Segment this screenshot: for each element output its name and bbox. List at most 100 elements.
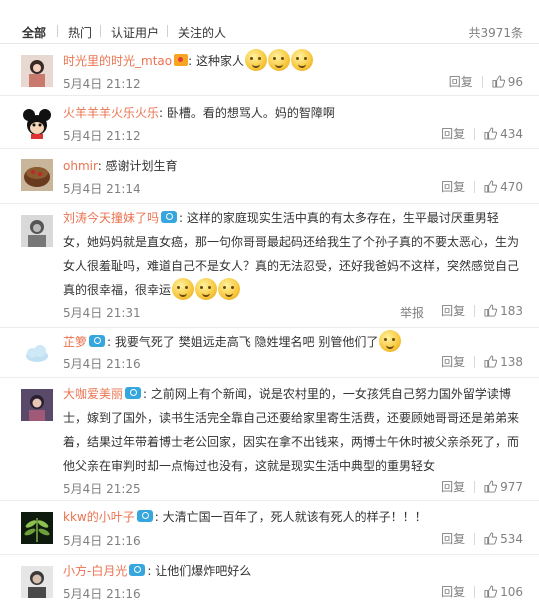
comment-actions: 回复 96 <box>449 73 523 90</box>
comment-content: 真的很幸福，很幸运 <box>63 278 523 302</box>
comment-item: 刘涛今天撞妹了吗: 这样的家庭现实生活中真的有太多存在，生平最讨厌重男轻 女，她… <box>0 205 539 328</box>
comment-time: 5月4日 21:14 <box>63 182 141 196</box>
report-button[interactable]: 举报 <box>400 304 424 321</box>
comment-time: 5月4日 21:12 <box>63 77 141 91</box>
like-button[interactable]: 106 <box>484 585 523 599</box>
reply-button[interactable]: 回复 <box>441 125 465 142</box>
tab-divider <box>100 25 101 37</box>
action-divider <box>474 585 476 598</box>
comment-text: : 之前网上有个新闻，说是农村里的，一女孩凭自己努力国外留学读博 <box>143 387 511 401</box>
reply-button[interactable]: 回复 <box>441 353 465 370</box>
comment-time: 5月4日 21:16 <box>63 534 141 548</box>
comment-content: 大咖爱美丽 : 之前网上有个新闻，说是农村里的，一女孩凭自己努力国外留学读博 <box>63 382 523 406</box>
comment-actions: 回复 470 <box>441 178 523 195</box>
reply-button[interactable]: 回复 <box>441 530 465 547</box>
like-count: 96 <box>507 74 523 89</box>
action-divider <box>474 127 476 140</box>
comment-content: ohmir: 感谢计划生育 <box>63 154 523 178</box>
avatar[interactable] <box>21 338 53 370</box>
like-button[interactable]: 470 <box>484 180 523 194</box>
comment-text: : 感谢计划生育 <box>97 159 178 173</box>
reply-button[interactable]: 回复 <box>441 478 465 495</box>
thumbs-up-icon <box>484 584 498 598</box>
like-count: 470 <box>500 179 523 194</box>
like-count: 183 <box>500 303 523 318</box>
like-button[interactable]: 96 <box>492 75 523 89</box>
avatar[interactable] <box>21 107 53 139</box>
comment-content: 火羊羊羊火乐火乐: 卧槽。看的想骂人。妈的智障啊 <box>63 101 523 125</box>
comment-content: 刘涛今天撞妹了吗 : 这样的家庭现实生活中真的有太多存在，生平最讨厌重男轻 <box>63 206 523 230</box>
comment-username[interactable]: 大咖爱美丽 <box>63 387 123 401</box>
comment-text-line: 真的很幸福，很幸运 <box>63 283 172 297</box>
emoji-icon <box>379 330 402 352</box>
comment-time: 5月4日 21:25 <box>63 482 141 496</box>
comment-text: : 这种家人 <box>188 54 244 68</box>
action-divider <box>474 532 476 545</box>
avatar[interactable] <box>21 566 53 598</box>
comment-actions: 回复 183 <box>441 302 523 319</box>
thumbs-up-icon <box>484 179 498 193</box>
emoji-icon <box>290 49 313 71</box>
comment-item: ohmir: 感谢计划生育 5月4日 21:14 回复 470 <box>0 150 539 204</box>
comment-username[interactable]: ohmir <box>63 159 98 173</box>
thumbs-up-icon <box>484 531 498 545</box>
comment-actions: 回复 534 <box>441 530 523 547</box>
thumbs-up-icon <box>484 354 498 368</box>
avatar[interactable] <box>21 512 53 544</box>
comment-text-line: 士，嫁到了国外，读书生活完全靠自己还要给家里寄生活费，还要顾她哥哥还是弟弟来 <box>63 411 520 425</box>
vip-badge-icon <box>174 54 189 66</box>
comment-actions: 回复 138 <box>441 353 523 370</box>
camera-badge-icon <box>136 510 153 522</box>
comment-username[interactable]: 火羊羊羊火乐火乐 <box>63 106 159 120</box>
tab-following[interactable]: 关注的人 <box>178 24 226 41</box>
thumbs-up-icon <box>484 303 498 317</box>
comment-time: 5月4日 21:16 <box>63 587 141 601</box>
comment-username[interactable]: 刘涛今天撞妹了吗 <box>63 211 159 225</box>
comment-item: 火羊羊羊火乐火乐: 卧槽。看的想骂人。妈的智障啊 5月4日 21:12 回复 43… <box>0 97 539 149</box>
comment-item: 芷箩: 我要气死了 樊姐远走高飞 隐姓埋名吧 别管他们了 5月4日 21:16 … <box>0 329 539 378</box>
comment-item: 大咖爱美丽 : 之前网上有个新闻，说是农村里的，一女孩凭自己努力国外留学读博 士，… <box>0 379 539 501</box>
thumbs-up-icon <box>492 74 505 88</box>
thumbs-up-icon <box>484 126 498 140</box>
comment-username[interactable]: 芷箩 <box>63 335 87 349</box>
like-button[interactable]: 138 <box>484 355 523 369</box>
tab-verified-users[interactable]: 认证用户 <box>111 24 159 41</box>
comment-username[interactable]: kkw的小叶子 <box>63 510 135 524</box>
comment-username[interactable]: 小方-白月光 <box>63 564 127 578</box>
comment-time: 5月4日 21:12 <box>63 129 141 143</box>
thumbs-up-icon <box>484 479 498 493</box>
comment-item: kkw的小叶子 : 大清亡国一百年了，死人就该有死人的样子！！！ 5月4日 21:… <box>0 502 539 555</box>
comment-text: : 这样的家庭现实生活中真的有太多存在，生平最讨厌重男轻 <box>179 211 499 225</box>
like-button[interactable]: 434 <box>484 127 523 141</box>
avatar[interactable] <box>21 159 53 191</box>
action-divider <box>474 304 476 317</box>
comment-actions: 回复 434 <box>441 125 523 142</box>
reply-button[interactable]: 回复 <box>441 583 465 600</box>
comment-filter-tabs: 全部 热门 认证用户 关注的人 共3971条 <box>0 0 539 44</box>
like-count: 434 <box>500 126 523 141</box>
comment-item: 小方-白月光 : 让他们爆炸吧好么 5月4日 21:16 回复 106 <box>0 556 539 611</box>
tab-divider <box>167 25 168 37</box>
comment-text: : 大清亡国一百年了，死人就该有死人的样子！！！ <box>154 510 427 524</box>
camera-badge-icon <box>89 335 106 347</box>
reply-button[interactable]: 回复 <box>441 302 465 319</box>
tab-hot[interactable]: 热门 <box>68 24 92 41</box>
comment-actions: 回复 106 <box>441 583 523 600</box>
comment-text: : 让他们爆炸吧好么 <box>147 564 252 578</box>
comment-item: 时光里的时光_mtao : 这种家人 5月4日 21:12 回复 96 <box>0 45 539 96</box>
comment-content: 芷箩 : 我要气死了 樊姐远走高飞 隐姓埋名吧 别管他们了 <box>63 330 523 354</box>
avatar[interactable] <box>21 389 53 421</box>
comment-username[interactable]: 时光里的时光_mtao <box>63 54 172 68</box>
action-divider <box>474 355 476 368</box>
tab-all[interactable]: 全部 <box>22 24 46 41</box>
like-button[interactable]: 183 <box>484 304 523 318</box>
tab-divider <box>57 25 58 37</box>
avatar[interactable] <box>21 215 53 247</box>
reply-button[interactable]: 回复 <box>441 178 465 195</box>
comment-text: : 我要气死了 樊姐远走高飞 隐姓埋名吧 别管他们了 <box>107 335 379 349</box>
reply-button[interactable]: 回复 <box>449 73 473 90</box>
like-button[interactable]: 977 <box>484 480 523 494</box>
like-button[interactable]: 534 <box>484 532 523 546</box>
camera-badge-icon <box>125 387 142 399</box>
avatar[interactable] <box>21 55 53 87</box>
